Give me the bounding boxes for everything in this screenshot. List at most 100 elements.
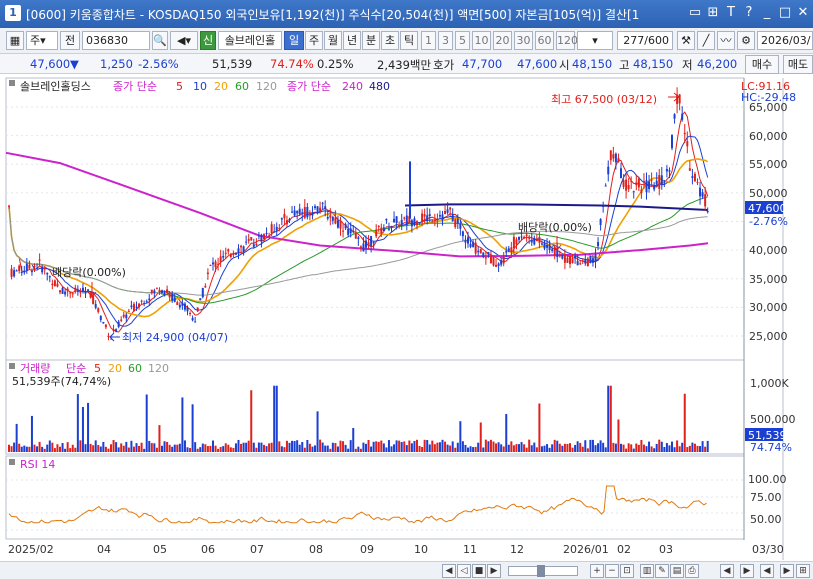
print-icon[interactable]: ⎙: [685, 564, 699, 578]
period-second[interactable]: 초: [381, 31, 399, 50]
scroll-left-icon[interactable]: ◀: [442, 564, 456, 578]
candle-body: [206, 272, 209, 275]
nav-next-icon[interactable]: ◀: [760, 564, 774, 578]
interval-3[interactable]: 3: [438, 31, 453, 50]
help-icon[interactable]: ?: [740, 4, 758, 22]
volume-bar: [260, 442, 263, 452]
sound-icon[interactable]: ◀▾: [170, 31, 198, 50]
interval-10[interactable]: 10: [472, 31, 491, 50]
period-month[interactable]: 월: [324, 31, 342, 50]
screen-icon[interactable]: ▭: [686, 4, 704, 22]
volume-bar: [543, 445, 546, 452]
volume-bar: [173, 444, 176, 452]
volume-bar: [268, 443, 271, 452]
chart-type-icon[interactable]: ▤: [670, 564, 684, 578]
price-tick: 50,000: [749, 187, 788, 200]
legend-marker: [9, 459, 15, 465]
candle-body: [487, 252, 490, 255]
minimize-icon[interactable]: _: [758, 4, 776, 22]
candle-body: [143, 303, 146, 305]
interval-5[interactable]: 5: [455, 31, 470, 50]
period-day[interactable]: 일: [284, 31, 304, 50]
grid-icon[interactable]: ▦: [6, 31, 24, 50]
interval-20[interactable]: 20: [493, 31, 512, 50]
nav-prev-icon[interactable]: ▶: [740, 564, 754, 578]
stock-code-input[interactable]: 036830: [82, 31, 150, 50]
settings-icon[interactable]: ⚙: [737, 31, 755, 50]
legend-ma240: 240: [342, 80, 363, 93]
candle-body: [403, 217, 406, 219]
stop-icon[interactable]: ■: [472, 564, 486, 578]
candle-body: [635, 182, 638, 186]
pin-icon[interactable]: ⊞: [704, 4, 722, 22]
candle-body: [467, 237, 469, 244]
tool-icon[interactable]: ✎: [655, 564, 669, 578]
period-week[interactable]: 주: [305, 31, 323, 50]
interval-1[interactable]: 1: [421, 31, 436, 50]
high-price: 48,150: [633, 57, 674, 71]
nav-first-icon[interactable]: ◀: [720, 564, 734, 578]
period-select[interactable]: 주▾: [26, 31, 58, 50]
volume-bar: [681, 442, 684, 452]
candle-body: [362, 243, 365, 252]
candle-body: [191, 317, 194, 321]
maximize-icon[interactable]: □: [776, 4, 794, 22]
date-input[interactable]: 2026/03/: [757, 31, 813, 50]
candle-body: [428, 214, 431, 216]
candle-body: [551, 249, 554, 251]
fit-icon[interactable]: ⊡: [620, 564, 634, 578]
interval-60[interactable]: 60: [535, 31, 554, 50]
scroll-first-icon[interactable]: ◁: [457, 564, 471, 578]
expand-icon[interactable]: ⊞: [796, 564, 810, 578]
volume-bar: [99, 446, 102, 452]
candle-body: [482, 252, 485, 257]
layout-icon[interactable]: ▥: [640, 564, 654, 578]
candle-body: [308, 212, 311, 216]
candle-body: [319, 207, 322, 212]
candle-body: [30, 271, 33, 273]
candle-body: [283, 213, 286, 219]
zoom-slider-thumb[interactable]: [537, 565, 545, 577]
zoom-out-icon[interactable]: −: [605, 564, 619, 578]
draw-icon[interactable]: ╱: [697, 31, 715, 50]
volume-bar: [505, 414, 508, 452]
candle-body: [405, 215, 408, 225]
bar-count-field[interactable]: 277/600: [617, 31, 673, 50]
scroll-right-icon[interactable]: ▶: [487, 564, 501, 578]
zoom-slider[interactable]: [508, 565, 578, 577]
volume-bar: [566, 443, 569, 452]
line-icon[interactable]: 〰: [717, 31, 735, 50]
current-price-label: 47,600: [748, 202, 787, 215]
close-icon[interactable]: ✕: [794, 4, 812, 22]
candle-body: [64, 291, 67, 295]
volume-bar: [280, 446, 283, 452]
volume-bar: [581, 446, 584, 452]
volume-bar: [479, 422, 482, 452]
search-icon[interactable]: 🔍: [152, 31, 168, 50]
candle-body: [520, 236, 523, 238]
chart-area[interactable]: 솔브레인홀딩스 종가 단순 5 10 20 60 120 종가 단순 240 4…: [0, 75, 813, 561]
candle-body: [257, 235, 260, 237]
period-tick[interactable]: 틱: [400, 31, 418, 50]
chart-tool-icon[interactable]: ⚒: [677, 31, 695, 50]
interval-120[interactable]: 120: [556, 31, 578, 50]
font-icon[interactable]: T: [722, 4, 740, 22]
candle-body: [265, 233, 268, 235]
prev-button[interactable]: 전: [60, 31, 80, 50]
volume-bar: [416, 439, 418, 452]
interval-30[interactable]: 30: [514, 31, 533, 50]
candle-body: [234, 253, 237, 255]
period-minute[interactable]: 분: [362, 31, 380, 50]
custom-interval-input[interactable]: ▾: [577, 31, 613, 50]
period-year[interactable]: 년: [343, 31, 361, 50]
candle-body: [418, 223, 421, 225]
candle-body: [602, 206, 605, 208]
volume-bar: [97, 444, 100, 452]
sell-button[interactable]: 매도: [783, 55, 813, 74]
buy-button[interactable]: 매수: [745, 55, 779, 74]
candle-body: [204, 286, 207, 288]
bottom-scroll-bar[interactable]: ◀ ◁ ■ ▶ + − ⊡ ▥ ✎ ▤ ⎙ ◀ ▶ ◀ ▶ ⊞: [0, 561, 813, 579]
zoom-in-icon[interactable]: +: [590, 564, 604, 578]
volume-bar: [342, 441, 345, 452]
nav-last-icon[interactable]: ▶: [780, 564, 794, 578]
